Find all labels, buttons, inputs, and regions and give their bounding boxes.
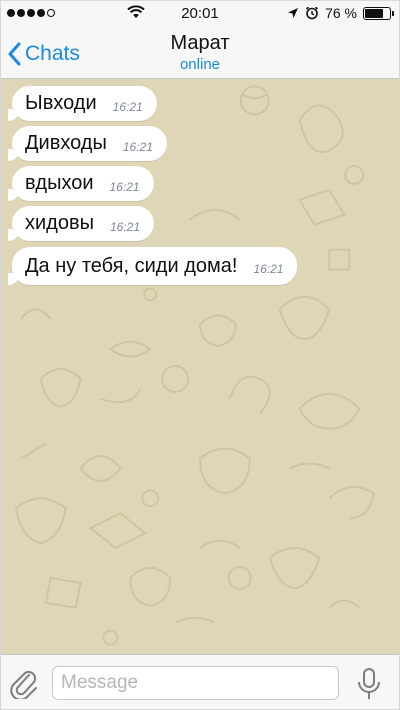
chat-area[interactable]: Ывходи 16:21 Дивходы 16:21 вдыхои 16:21 хидовы… [1,79,399,654]
message-bubble[interactable]: Да ну тебя, сиди дома! 16:21 [7,247,298,285]
message-input[interactable] [52,666,339,700]
paperclip-icon[interactable] [9,667,39,699]
message-timestamp: 16:21 [109,179,140,194]
battery-icon [363,6,394,20]
message-bubble[interactable]: вдыхои 16:21 [8,166,154,201]
message-timestamp: 16:21 [112,99,143,114]
message-bubble[interactable]: хидовы 16:21 [8,206,154,241]
message-text: хидовы [25,212,94,234]
message-text: вдыхои [25,172,94,194]
status-bar: 20:01 76 % [1,1,399,27]
battery-level-fill [365,8,384,18]
message-text: Дивходы [25,132,107,154]
location-arrow-icon [288,8,299,18]
message-timestamp: 16:21 [253,262,284,276]
microphone-icon[interactable] [356,667,382,701]
phone-screen: 20:01 76 % Chats Марат online Ывходи 16:… [0,0,400,710]
message-timestamp: 16:21 [109,219,140,234]
message-timestamp: 16:21 [122,139,153,154]
alarm-icon [306,6,319,20]
battery-percent: 76 % [325,5,357,21]
message-bubble[interactable]: Ывходи 16:21 [8,86,157,121]
message-text: Да ну тебя, сиди дома! [25,254,238,277]
input-bar [1,654,399,709]
message-bubble[interactable]: Дивходы 16:21 [8,126,167,161]
contact-status: online [179,56,221,73]
chat-header[interactable]: Марат online [1,32,399,73]
nav-bar: Chats Марат online [1,27,399,79]
contact-name: Марат [170,32,230,54]
message-text: Ывходи [25,92,97,114]
status-right-group: 76 % [287,5,394,21]
